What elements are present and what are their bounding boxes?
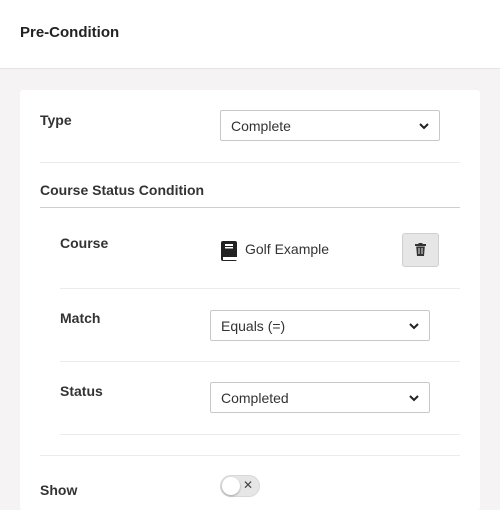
- delete-course-button[interactable]: [402, 233, 439, 267]
- match-select[interactable]: Equals (=): [210, 310, 430, 341]
- show-toggle[interactable]: ✕: [220, 475, 260, 497]
- divider: [40, 455, 460, 456]
- chevron-down-icon: [409, 395, 419, 402]
- section-divider: [40, 207, 460, 208]
- match-label: Match: [60, 310, 101, 326]
- divider: [60, 288, 460, 289]
- status-select[interactable]: Completed: [210, 382, 430, 413]
- status-label: Status: [60, 383, 103, 399]
- section-title: Course Status Condition: [40, 182, 205, 198]
- chevron-down-icon: [419, 123, 429, 130]
- type-select-value: Complete: [231, 118, 291, 134]
- pre-condition-card: Type Complete Course Status Condition Co…: [20, 90, 480, 510]
- show-label: Show: [40, 482, 78, 498]
- divider: [60, 361, 460, 362]
- trash-icon: [415, 243, 426, 256]
- type-select[interactable]: Complete: [220, 110, 440, 141]
- chevron-down-icon: [409, 323, 419, 330]
- divider: [40, 162, 460, 163]
- status-select-value: Completed: [221, 390, 289, 406]
- match-select-value: Equals (=): [221, 318, 286, 334]
- divider: [60, 434, 460, 435]
- page-title: Pre-Condition: [20, 24, 120, 41]
- toggle-knob: [222, 477, 240, 495]
- page-header: Pre-Condition: [0, 0, 500, 69]
- type-label: Type: [40, 112, 72, 128]
- course-label: Course: [60, 235, 109, 251]
- book-icon: [221, 241, 237, 261]
- course-name: Golf Example: [245, 241, 330, 257]
- close-icon: ✕: [242, 478, 253, 492]
